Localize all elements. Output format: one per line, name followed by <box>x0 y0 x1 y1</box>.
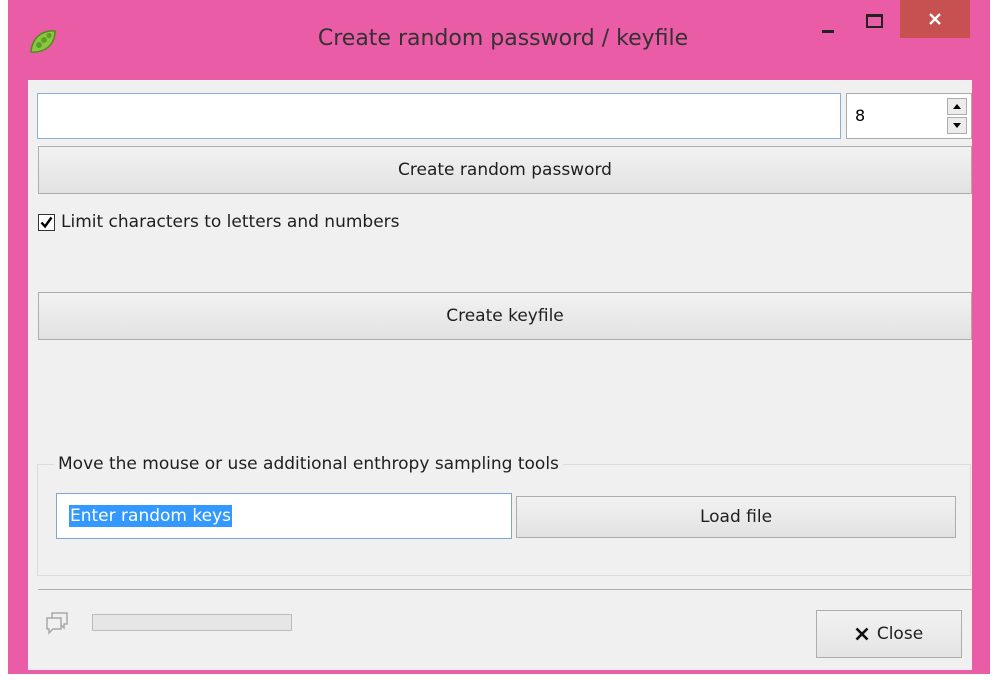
maximize-button[interactable] <box>854 0 894 38</box>
password-length-spinbox[interactable]: 8 <box>846 93 972 139</box>
close-button[interactable]: Close <box>816 610 962 658</box>
limit-characters-option[interactable]: Limit characters to letters and numbers <box>38 210 400 234</box>
limit-characters-label: Limit characters to letters and numbers <box>61 212 400 232</box>
title-bar[interactable]: Create random password / keyfile <box>8 0 990 80</box>
password-length-value[interactable]: 8 <box>855 106 865 125</box>
create-keyfile-button[interactable]: Create keyfile <box>38 292 972 340</box>
random-keys-input-text[interactable]: Enter random keys <box>69 505 232 527</box>
footer-separator <box>38 589 972 590</box>
dialog-client-area: 8 Create random password Limit character… <box>28 80 972 670</box>
spin-up-button[interactable] <box>947 98 967 115</box>
window-title: Create random password / keyfile <box>317 26 689 51</box>
spin-down-button[interactable] <box>947 117 967 134</box>
password-output-field[interactable] <box>37 93 841 139</box>
close-x-icon <box>855 627 869 641</box>
window-close-button[interactable] <box>900 0 970 38</box>
maximize-icon <box>866 14 883 28</box>
pea-pod-icon <box>28 28 58 56</box>
dialog-window: Create random password / keyfile 8 Creat… <box>8 0 990 674</box>
chat-bubbles-icon <box>44 610 70 640</box>
limit-characters-checkbox[interactable] <box>38 213 55 231</box>
close-icon <box>929 13 941 25</box>
minimize-button[interactable] <box>808 0 848 38</box>
create-random-password-button[interactable]: Create random password <box>38 146 972 194</box>
checkmark-icon <box>40 216 53 228</box>
load-file-button[interactable]: Load file <box>516 496 956 538</box>
entropy-group-label: Move the mouse or use additional enthrop… <box>54 454 563 474</box>
minimize-icon <box>822 30 834 33</box>
random-keys-input[interactable]: Enter random keys <box>56 493 512 539</box>
close-button-label: Close <box>876 624 924 644</box>
entropy-progress-bar <box>92 614 292 631</box>
